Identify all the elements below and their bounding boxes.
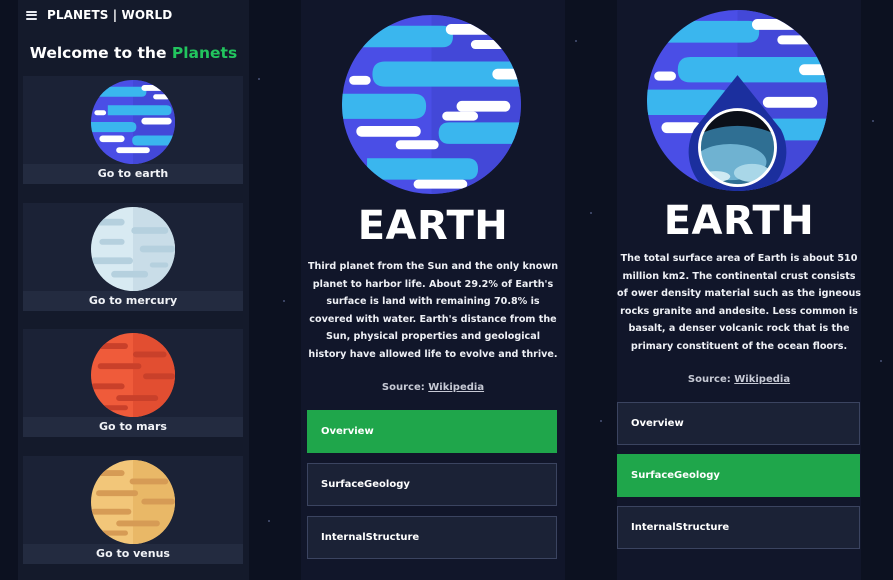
tab-internal-structure[interactable]: InternalStructure [617, 506, 860, 549]
earth-planet-icon [647, 10, 828, 191]
star [600, 420, 602, 422]
source-line: Source: Wikipedia [617, 374, 861, 385]
earth-thumbnail-icon [91, 80, 175, 164]
star [283, 300, 285, 302]
tab-internal-structure[interactable]: InternalStructure [307, 516, 557, 559]
planet-card-mercury[interactable]: Go to mercury [23, 203, 243, 311]
planet-card-mars[interactable]: Go to mars [23, 329, 243, 437]
welcome-prefix: Welcome to the [29, 44, 167, 62]
source-label: Source: [381, 382, 425, 393]
mercury-thumbnail-icon [91, 207, 175, 291]
star [258, 78, 260, 80]
earth-planet-icon [342, 15, 521, 194]
mars-thumbnail-icon [91, 333, 175, 417]
star [575, 40, 577, 42]
tab-overview[interactable]: Overview [307, 410, 557, 453]
planet-card-label: Go to mercury [23, 291, 243, 311]
star [880, 360, 882, 362]
tab-surface-geology[interactable]: SurfaceGeology [307, 463, 557, 506]
tab-surface-geology[interactable]: SurfaceGeology [617, 454, 860, 497]
menu-icon[interactable] [26, 10, 37, 20]
planet-description: The total surface area of Earth is about… [617, 253, 862, 352]
wikipedia-link[interactable]: Wikipedia [734, 374, 790, 385]
top-bar: PLANETS | WORLD [18, 0, 249, 30]
planet-card-label: Go to earth [23, 164, 243, 184]
star [590, 212, 592, 214]
planet-title: EARTH [357, 203, 509, 249]
planet-card-label: Go to venus [23, 544, 243, 564]
source-line: Source: Wikipedia [301, 382, 565, 393]
tab-overview[interactable]: Overview [617, 402, 860, 445]
surface-geology-panel: EARTH The total surface area of Earth is… [617, 0, 861, 580]
brand-title: PLANETS | WORLD [47, 8, 173, 22]
overview-panel: EARTH Third planet from the Sun and the … [301, 0, 565, 580]
sidebar: PLANETS | WORLD Welcome to the Planets G… [18, 0, 249, 580]
welcome-heading: Welcome to the Planets [18, 44, 249, 62]
planet-card-label: Go to mars [23, 417, 243, 437]
planet-card-venus[interactable]: Go to venus [23, 456, 243, 564]
star [872, 120, 874, 122]
planet-card-earth[interactable]: Go to earth [23, 76, 243, 184]
source-label: Source: [687, 374, 731, 385]
venus-thumbnail-icon [91, 460, 175, 544]
welcome-accent: Planets [171, 44, 238, 62]
star [268, 520, 270, 522]
planet-description: Third planet from the Sun and the only k… [307, 261, 559, 360]
planet-title: EARTH [663, 198, 815, 244]
wikipedia-link[interactable]: Wikipedia [428, 382, 484, 393]
